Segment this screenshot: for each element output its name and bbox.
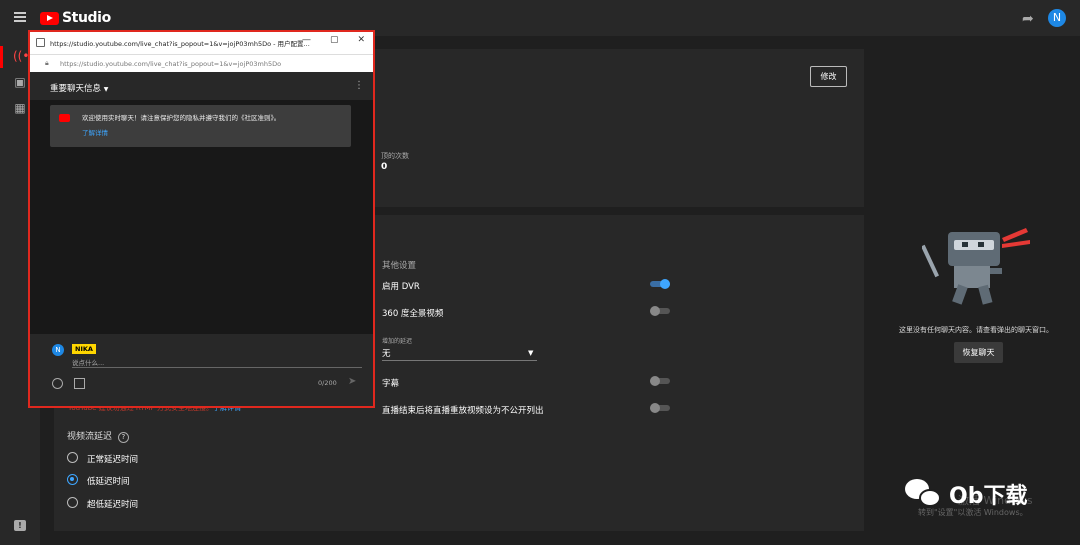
- edit-button[interactable]: 修改: [810, 66, 847, 87]
- unlisted-label: 直播结束后将直播重放视频设为不公开列出: [382, 406, 544, 416]
- calendar-icon: ▦: [14, 101, 26, 115]
- latency-option-ultralow: 超低延迟时间: [87, 500, 139, 510]
- youtube-icon: [59, 114, 70, 122]
- poll-icon[interactable]: [74, 378, 85, 389]
- user-name-badge: NIKA: [72, 344, 96, 354]
- dvr-toggle[interactable]: [650, 279, 670, 289]
- vr360-label: 360 度全景视频: [382, 309, 444, 319]
- other-settings-title: 其他设置: [382, 261, 417, 271]
- brand-watermark: Ob下载: [905, 478, 1027, 510]
- window-controls: — ▢ ✕: [302, 35, 365, 45]
- wechat-icon: [905, 479, 943, 509]
- close-icon[interactable]: ✕: [358, 35, 366, 45]
- welcome-learn-more-link[interactable]: 了解详情: [82, 127, 108, 137]
- youtube-play-icon: [40, 11, 59, 25]
- chat-message-input[interactable]: 说点什么...: [72, 357, 104, 367]
- chevron-down-icon: ▼: [103, 86, 109, 93]
- logo-text: Studio: [62, 10, 111, 26]
- dvr-label: 启用 DVR: [382, 282, 420, 292]
- emoji-icon[interactable]: [52, 378, 63, 389]
- live-icon: ((•)): [13, 49, 39, 63]
- stat-label: 顶的次数: [381, 152, 409, 160]
- unlisted-toggle[interactable]: [650, 403, 670, 413]
- latency-radio-low[interactable]: [67, 474, 78, 485]
- char-counter: 0/200: [318, 379, 337, 387]
- chat-mode-label: 重要聊天信息: [50, 84, 102, 94]
- latency-dropdown[interactable]: 无: [382, 347, 391, 359]
- input-underline: [72, 367, 362, 368]
- page-icon: [36, 38, 45, 47]
- send-icon[interactable]: ➤: [348, 376, 356, 387]
- chat-input-area: N NIKA 说点什么... 0/200 ➤: [30, 334, 373, 406]
- welcome-text: 欢迎使用实时聊天！请注意保护您的隐私并遵守我们的《社区准则》。: [82, 114, 281, 122]
- dropdown-arrow-icon[interactable]: ▼: [528, 349, 533, 357]
- account-avatar[interactable]: N: [1048, 9, 1066, 27]
- help-icon[interactable]: ?: [117, 432, 129, 443]
- latency-option-normal: 正常延迟时间: [87, 455, 139, 465]
- chat-mode-dropdown[interactable]: 重要聊天信息 ▼: [50, 82, 108, 94]
- restore-chat-button[interactable]: 恢复聊天: [954, 342, 1003, 363]
- window-title: https://studio.youtube.com/live_chat?is_…: [50, 40, 310, 48]
- camera-icon: ▣: [14, 75, 26, 89]
- popout-chat-window: https://studio.youtube.com/live_chat?is_…: [28, 30, 375, 408]
- latency-dropdown-label: 增加的延迟: [382, 338, 413, 345]
- chat-header: 重要聊天信息 ▼ ⋮: [30, 72, 373, 100]
- stat-value: 0: [381, 162, 388, 172]
- hamburger-menu-icon[interactable]: [14, 12, 26, 22]
- empty-chat-text: 这里没有任何聊天内容。请查看弹出的聊天窗口。: [899, 326, 1053, 334]
- latency-option-low: 低延迟时间: [87, 477, 130, 487]
- latency-section-title: 视频流延迟 ?: [67, 429, 129, 443]
- address-url: https://studio.youtube.com/live_chat?is_…: [60, 60, 282, 68]
- feedback-icon[interactable]: !: [14, 520, 26, 531]
- latency-title-text: 视频流延迟: [67, 432, 113, 442]
- captions-toggle[interactable]: [650, 376, 670, 386]
- latency-radio-ultralow[interactable]: [67, 497, 78, 508]
- latency-radio-normal[interactable]: [67, 452, 78, 463]
- vr360-toggle[interactable]: [650, 306, 670, 316]
- window-titlebar[interactable]: https://studio.youtube.com/live_chat?is_…: [30, 32, 373, 54]
- maximize-icon[interactable]: ▢: [330, 35, 339, 45]
- captions-label: 字幕: [382, 379, 400, 389]
- user-avatar: N: [52, 344, 64, 356]
- ninja-illustration-icon: [922, 228, 1030, 305]
- brand-text: Ob下载: [949, 484, 1028, 509]
- minimize-icon[interactable]: —: [302, 35, 311, 45]
- more-options-icon[interactable]: ⋮: [354, 80, 364, 91]
- share-arrow-icon[interactable]: ➦: [1022, 11, 1034, 27]
- welcome-message-card: 欢迎使用实时聊天！请注意保护您的隐私并遵守我们的《社区准则》。 了解详情: [50, 105, 351, 147]
- lock-icon: 🔒︎: [45, 59, 49, 67]
- youtube-studio-logo[interactable]: Studio: [40, 10, 111, 26]
- address-bar[interactable]: 🔒︎ https://studio.youtube.com/live_chat?…: [30, 54, 373, 72]
- dropdown-underline: [382, 360, 537, 361]
